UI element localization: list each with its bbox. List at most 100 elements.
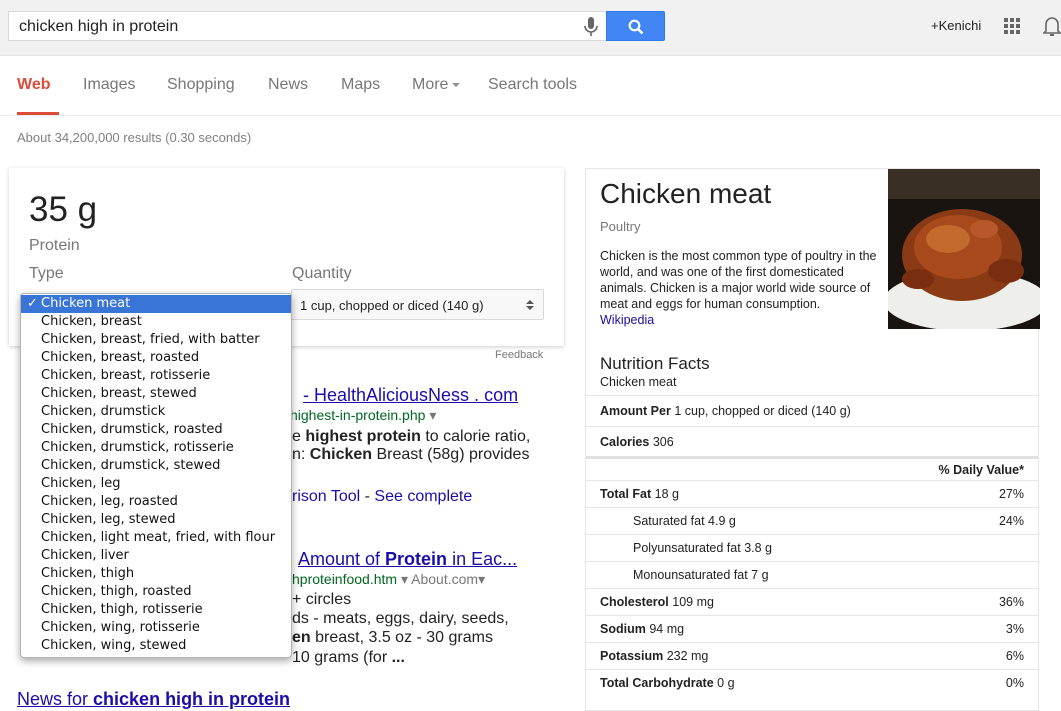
wikipedia-link[interactable]: Wikipedia	[600, 313, 654, 327]
type-option[interactable]: Chicken, drumstick, stewed	[21, 457, 291, 475]
type-option[interactable]: Chicken, thigh, roasted	[21, 583, 291, 601]
divider	[586, 426, 1038, 427]
type-option[interactable]: Chicken, breast, roasted	[21, 349, 291, 367]
type-option[interactable]: Chicken, leg, stewed	[21, 511, 291, 529]
type-option-label: Chicken, breast, stewed	[41, 386, 197, 401]
divider	[586, 534, 1038, 535]
type-option-label: Chicken, thigh, rotisserie	[41, 602, 203, 617]
type-option-label: Chicken, breast, fried, with batter	[41, 332, 260, 347]
type-option[interactable]: Chicken, drumstick, roasted	[21, 421, 291, 439]
chevron-down-icon[interactable]: ▾	[429, 407, 436, 423]
type-option[interactable]: Chicken, breast, fried, with batter	[21, 331, 291, 349]
result-sitelinks-1: rison Tool - See complete	[292, 488, 472, 506]
microphone-icon[interactable]	[584, 17, 598, 37]
tab-web[interactable]: Web	[17, 76, 50, 94]
tab-news[interactable]: News	[268, 76, 308, 94]
search-input[interactable]: chicken high in protein	[8, 11, 606, 41]
type-option[interactable]: Chicken, wing, stewed	[21, 637, 291, 655]
amount-per-label: Amount Per	[600, 404, 671, 418]
nutrient-name: Sodium 94 mg	[600, 622, 684, 636]
tab-search-tools[interactable]: Search tools	[488, 76, 577, 94]
news-for-link[interactable]: News for chicken high in protein	[17, 689, 290, 710]
nutrient-label: Sodium	[600, 622, 646, 636]
result-snippet-2c: en breast, 3.5 oz - 30 grams	[292, 629, 493, 647]
type-option[interactable]: Chicken, breast	[21, 313, 291, 331]
type-option[interactable]: Chicken, liver	[21, 547, 291, 565]
nutrient-label: Monounsaturated fat	[633, 568, 748, 582]
calories-value: 306	[652, 435, 674, 449]
divider	[586, 561, 1038, 562]
nutrient-amount: 232 mg	[663, 649, 709, 663]
result-snippet-2b: ds - meats, eggs, dairy, seeds,	[292, 610, 509, 627]
result-url-2-b: food.htm	[342, 571, 398, 587]
nutrient-name: Potassium 232 mg	[600, 649, 708, 663]
feedback-link[interactable]: Feedback	[495, 349, 543, 361]
sitelink-separator: -	[360, 488, 375, 505]
account-name-link[interactable]: +Kenichi	[931, 18, 981, 33]
nutrient-name: Total Fat 18 g	[600, 487, 679, 501]
type-option[interactable]: Chicken, breast, rotisserie	[21, 367, 291, 385]
tab-maps[interactable]: Maps	[341, 76, 380, 94]
type-option[interactable]: ✓ Chicken meat	[21, 295, 291, 313]
select-arrows-icon	[526, 300, 534, 310]
type-option-label: Chicken, leg	[41, 476, 121, 491]
quantity-select[interactable]: 1 cup, chopped or diced (140 g)	[291, 289, 544, 320]
type-option[interactable]: Chicken, wing, rotisserie	[21, 619, 291, 637]
notifications-bell-icon[interactable]	[1043, 15, 1061, 37]
type-option[interactable]: Chicken, light meat, fried, with flour	[21, 529, 291, 547]
result-title-2[interactable]: Amount of Protein in Eac...	[298, 549, 517, 570]
nutrient-name: Total Carbohydrate 0 g	[600, 676, 735, 690]
type-dropdown-menu[interactable]: ✓ Chicken meat Chicken, breast Chicken, bre…	[20, 293, 292, 658]
search-button[interactable]	[606, 11, 665, 41]
sitelink-comparison-tool[interactable]: rison Tool	[292, 488, 360, 505]
type-option[interactable]: Chicken, leg, roasted	[21, 493, 291, 511]
type-option-label: Chicken, light meat, fried, with flour	[41, 530, 276, 545]
nutrient-amount: 7 g	[747, 568, 769, 582]
type-option[interactable]: Chicken, thigh, rotisserie	[21, 601, 291, 619]
chevron-down-icon[interactable]: ▾	[401, 571, 408, 587]
knowledge-panel: Chicken meat Poultry Chicken is the most…	[585, 168, 1040, 711]
snip-1a-bold: highest protein	[305, 428, 421, 445]
nutrient-daily-value: 3%	[1005, 622, 1024, 636]
calories: Calories 306	[600, 435, 674, 449]
divider	[586, 507, 1038, 508]
roast-chicken-image[interactable]	[888, 169, 1040, 329]
nutrition-facts-title: Nutrition Facts	[600, 354, 710, 373]
chevron-down-icon[interactable]: ▾	[478, 571, 485, 587]
result-title-1[interactable]: - HealthAliciousNess . com	[303, 385, 518, 406]
nutrient-label: Potassium	[600, 649, 664, 663]
type-option-label: Chicken, leg, roasted	[41, 494, 178, 509]
search-icon	[628, 19, 644, 35]
quantity-label: Quantity	[292, 265, 352, 282]
checkmark-icon: ✓	[27, 296, 38, 311]
result-snippet-1b: n: Chicken Breast (58g) provides	[292, 446, 529, 464]
nutrient-name: Monounsaturated fat 7 g	[633, 568, 769, 582]
snip-2d-bold: ...	[391, 649, 405, 666]
tab-shopping[interactable]: Shopping	[167, 76, 235, 94]
apps-grid-icon[interactable]	[1004, 18, 1020, 34]
search-query[interactable]: chicken high in protein	[19, 18, 178, 36]
nutrient-amount: 109 mg	[668, 595, 714, 609]
tab-images[interactable]: Images	[83, 76, 135, 94]
type-option[interactable]: Chicken, drumstick, rotisserie	[21, 439, 291, 457]
tab-more[interactable]: More	[412, 76, 461, 94]
divider	[586, 395, 1038, 396]
daily-value-header-text: % Daily Value*	[938, 463, 1024, 477]
nutrient-daily-value: 27%	[998, 487, 1024, 501]
nutrient-name: Cholesterol 109 mg	[600, 595, 714, 609]
type-option[interactable]: Chicken, drumstick	[21, 403, 291, 421]
answer-label: Protein	[29, 237, 80, 254]
nutrient-amount: 4.9 g	[704, 514, 736, 528]
sitelink-see-complete[interactable]: See complete	[374, 488, 472, 505]
nutrient-daily-value: 6%	[1005, 649, 1024, 663]
nutrient-amount: 3.8 g	[740, 541, 772, 555]
snip-1b-text: n:	[292, 446, 310, 463]
tab-more-label: More	[412, 76, 449, 93]
type-option-label: Chicken, thigh, roasted	[41, 584, 192, 599]
divider	[586, 588, 1038, 589]
snip-2d-text: 10 grams (for	[292, 649, 392, 666]
type-option[interactable]: Chicken, thigh	[21, 565, 291, 583]
divider	[586, 669, 1038, 670]
type-option[interactable]: Chicken, breast, stewed	[21, 385, 291, 403]
type-option[interactable]: Chicken, leg	[21, 475, 291, 493]
